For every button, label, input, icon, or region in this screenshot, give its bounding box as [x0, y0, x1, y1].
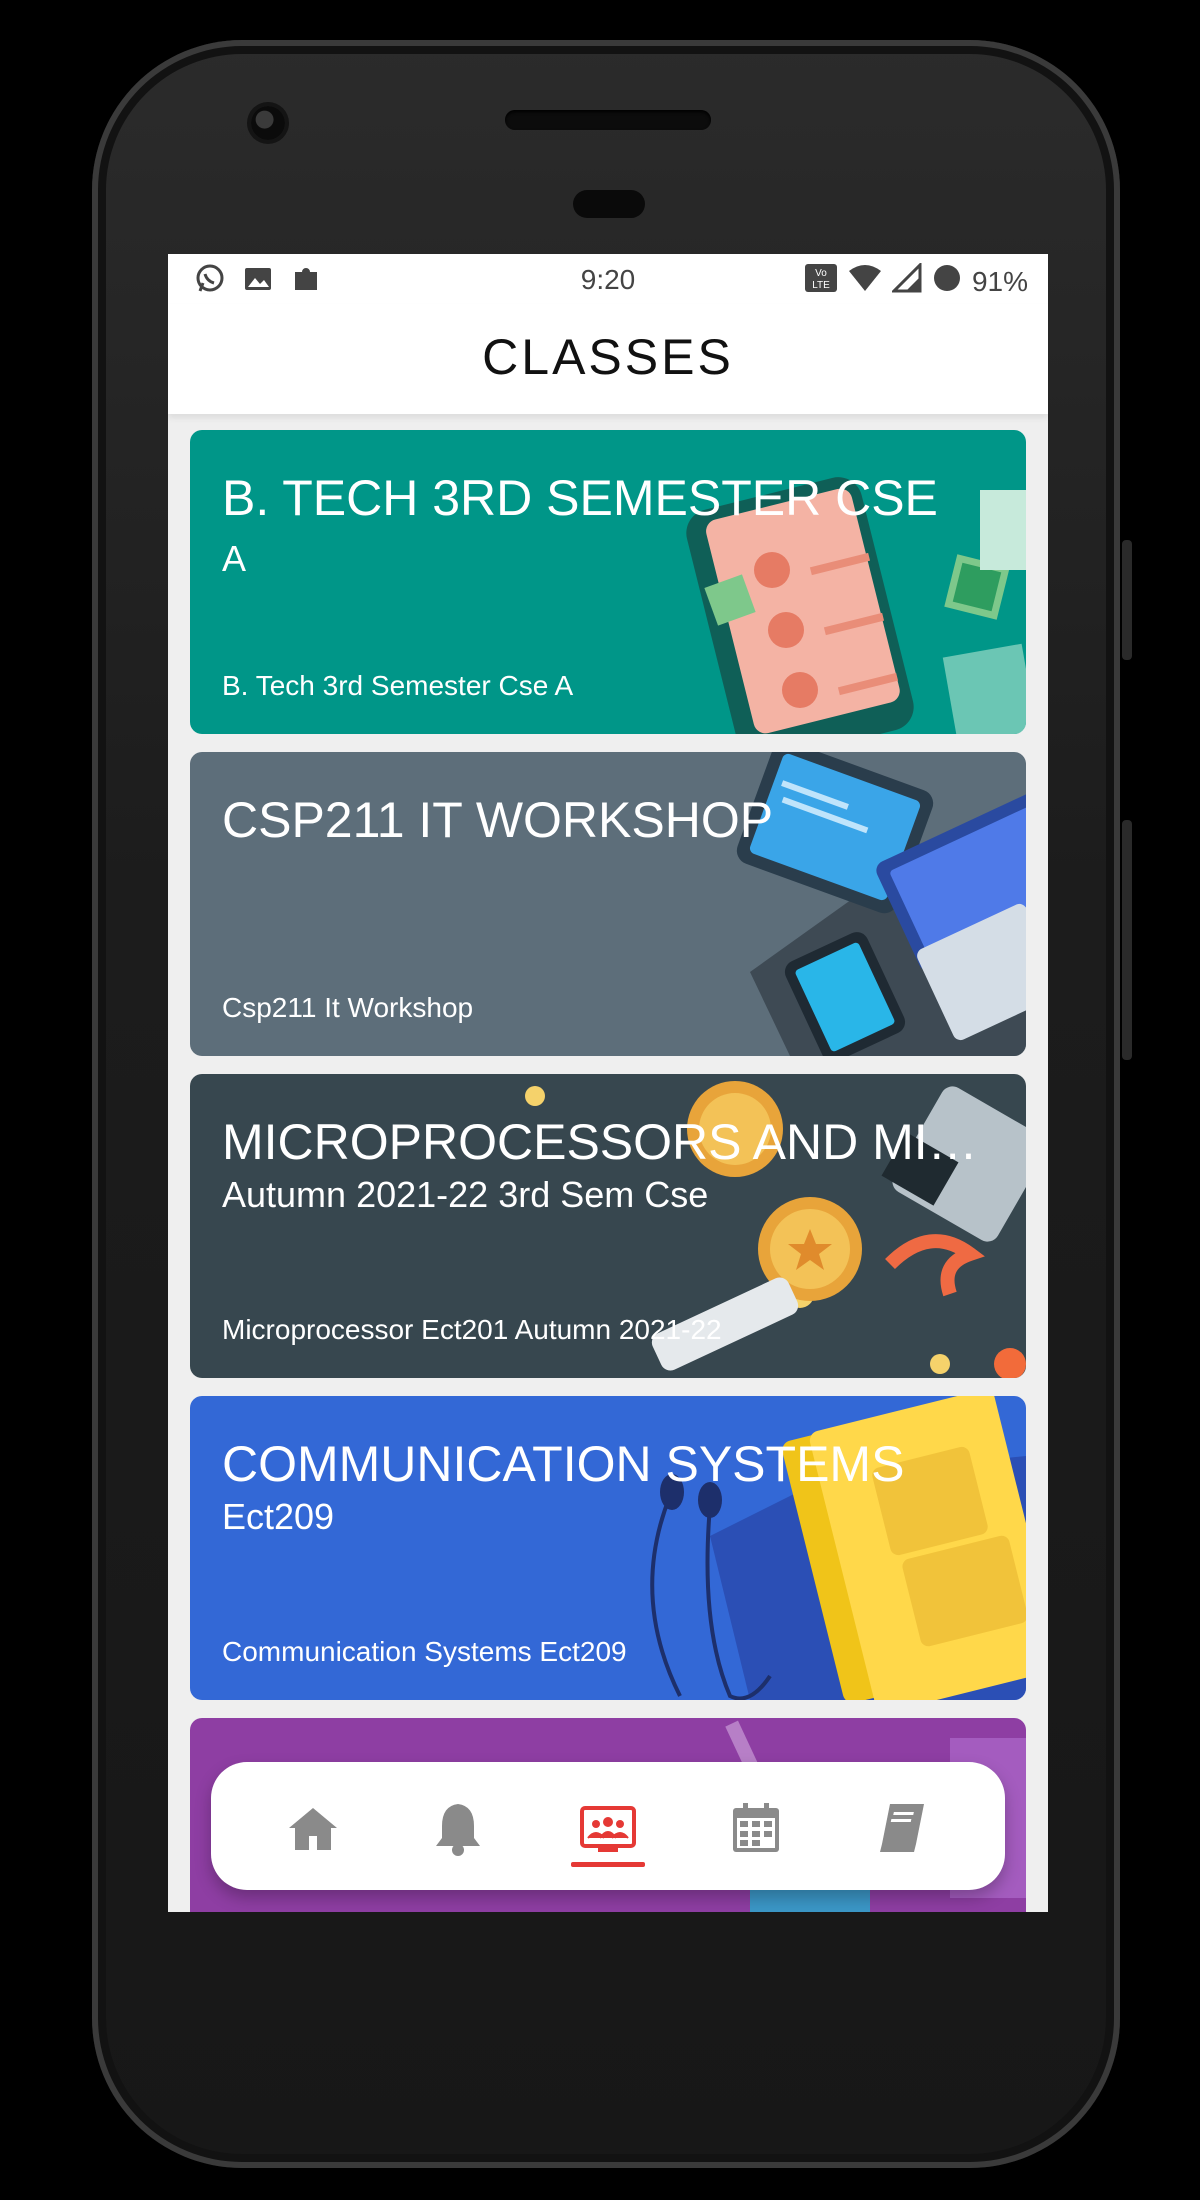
class-card[interactable]: COMMUNICATION SYSTEMS Ect209 Communicati… [190, 1396, 1026, 1700]
status-bar: 9:20 Vo LTE 91% [168, 254, 1048, 304]
nav-home[interactable] [273, 1790, 353, 1870]
class-title: CSP211 IT WORKSHOP [222, 792, 774, 848]
signal-icon [890, 261, 922, 300]
home-icon [287, 1804, 339, 1857]
app-screen: 9:20 Vo LTE 91% CLASSES B. TECH 3RD SEME… [168, 254, 1048, 1912]
nav-calendar[interactable] [716, 1790, 796, 1870]
calendar-icon [731, 1802, 781, 1859]
bottom-navigation [211, 1762, 1005, 1890]
class-title: B. TECH 3RD SEMESTER CSE [222, 470, 938, 526]
class-card[interactable]: MICROPROCESSORS AND MIC… Autumn 2021-22 … [190, 1074, 1026, 1378]
class-section: Ect209 [222, 1496, 335, 1537]
svg-text:LTE: LTE [812, 280, 830, 291]
volume-button [1122, 820, 1132, 1060]
class-section: A [222, 538, 247, 579]
proximity-sensor [573, 190, 645, 218]
battery-icon [932, 263, 962, 300]
class-description: Csp211 It Workshop [222, 992, 474, 1023]
book-icon [878, 1802, 928, 1859]
class-description: Communication Systems Ect209 [222, 1636, 627, 1667]
app-header: CLASSES [168, 304, 1048, 414]
page-title: CLASSES [482, 329, 734, 385]
class-list: B. TECH 3RD SEMESTER CSE A B. Tech 3rd S… [190, 430, 1026, 1912]
active-tab-indicator [571, 1862, 645, 1867]
nav-classes[interactable] [568, 1790, 648, 1870]
wifi-icon [848, 263, 882, 300]
battery-percent: 91% [971, 265, 1028, 297]
class-title: MICROPROCESSORS AND MIC… [222, 1114, 1002, 1170]
power-button [1122, 540, 1132, 660]
class-card[interactable]: B. TECH 3RD SEMESTER CSE A B. Tech 3rd S… [190, 430, 1026, 734]
class-description: B. Tech 3rd Semester Cse A [222, 670, 574, 701]
class-card[interactable]: CSP211 IT WORKSHOP Csp211 It Workshop [190, 752, 1026, 1056]
front-camera [251, 106, 285, 140]
nav-library[interactable] [863, 1790, 943, 1870]
bell-icon [433, 1800, 483, 1861]
classes-icon [580, 1804, 636, 1857]
svg-text:Vo: Vo [815, 268, 827, 279]
class-section: Autumn 2021-22 3rd Sem Cse [222, 1174, 709, 1215]
nav-notifications[interactable] [418, 1790, 498, 1870]
volte-icon: Vo LTE [804, 263, 838, 300]
earpiece-speaker [505, 110, 711, 130]
class-description: Microprocessor Ect201 Autumn 2021-22 [222, 1314, 722, 1345]
class-title: COMMUNICATION SYSTEMS [222, 1436, 905, 1492]
